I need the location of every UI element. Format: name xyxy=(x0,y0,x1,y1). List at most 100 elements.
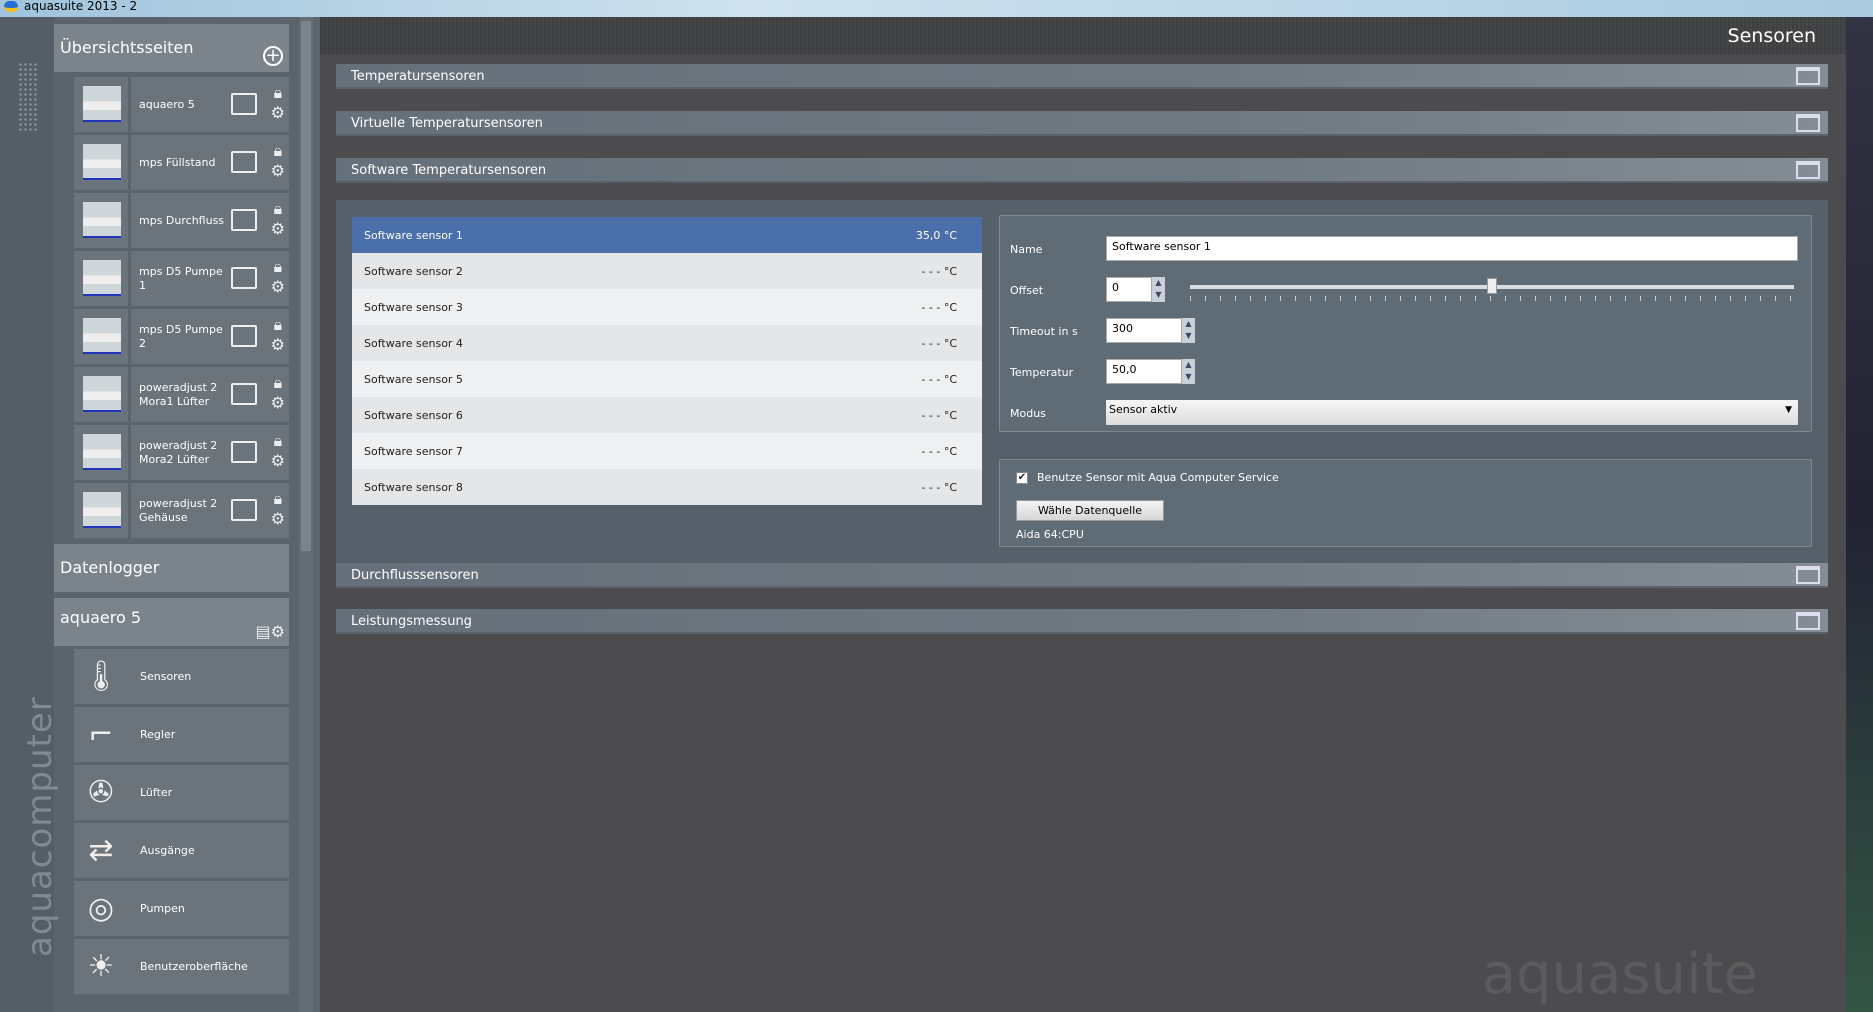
monitor-icon[interactable] xyxy=(231,209,257,231)
desktop-background xyxy=(1846,17,1873,1012)
window-icon[interactable] xyxy=(1796,161,1820,179)
device-header[interactable]: aquaero 5 ▤⚙ xyxy=(54,598,289,646)
nav-label: Regler xyxy=(140,728,176,741)
add-page-icon[interactable]: + xyxy=(263,46,283,66)
monitor-icon[interactable] xyxy=(231,499,257,521)
device-nav-item[interactable]: ◎ Pumpen xyxy=(74,881,289,936)
monitor-icon[interactable] xyxy=(231,325,257,347)
window-icon[interactable] xyxy=(1796,612,1820,630)
overview-header[interactable]: Übersichtsseiten + xyxy=(54,24,289,72)
lock-gear-icon[interactable]: 🔒︎ ⚙ xyxy=(271,431,285,471)
mode-select[interactable]: Sensor aktiv ▼ xyxy=(1106,400,1798,425)
window-icon[interactable] xyxy=(1796,566,1820,584)
app-logo-icon xyxy=(4,1,18,12)
scrollbar-thumb[interactable] xyxy=(301,21,311,551)
offset-input[interactable]: 0 xyxy=(1106,277,1152,302)
page-label: mps Durchfluss xyxy=(139,213,225,227)
overview-page-item[interactable]: poweradjust 2 Gehäuse 🔒︎ ⚙ xyxy=(74,483,289,538)
device-nav-item[interactable]: 🌡︎ Sensoren xyxy=(74,649,289,704)
window-icon[interactable] xyxy=(1796,67,1820,85)
sensor-row[interactable]: Software sensor 2 - - - °C xyxy=(352,253,982,289)
use-service-checkbox[interactable]: ✔ xyxy=(1016,472,1028,484)
name-input[interactable]: Software sensor 1 xyxy=(1106,236,1798,261)
monitor-icon[interactable] xyxy=(231,267,257,289)
section-software-sensors[interactable]: Software Temperatursensoren xyxy=(336,158,1828,183)
data-source-text: Aida 64:CPU xyxy=(1016,528,1084,541)
page-title: Sensoren xyxy=(1727,25,1816,47)
temperature-spinner[interactable]: ▲ ▼ xyxy=(1182,359,1195,384)
sidebar: aquacomputer Übersichtsseiten + aquaero 5… xyxy=(0,17,320,1012)
sensor-row[interactable]: Software sensor 8 - - - °C xyxy=(352,469,982,505)
overview-page-item[interactable]: mps Durchfluss 🔒︎ ⚙ xyxy=(74,193,289,248)
lock-gear-icon[interactable]: 🔒︎ ⚙ xyxy=(271,257,285,297)
lock-gear-icon[interactable]: 🔒︎ ⚙ xyxy=(271,373,285,413)
sensor-row[interactable]: Software sensor 5 - - - °C xyxy=(352,361,982,397)
chevron-down-icon: ▼ xyxy=(1785,405,1792,415)
software-sensors-body: Software sensor 1 35,0 °C Software sensor … xyxy=(336,200,1828,569)
section-title: Durchflusssensoren xyxy=(351,568,479,583)
page-label: poweradjust 2 Mora1 Lüfter xyxy=(139,380,218,408)
page-thumbnail xyxy=(74,367,128,422)
sensor-row[interactable]: Software sensor 1 35,0 °C xyxy=(352,217,982,253)
monitor-icon[interactable] xyxy=(231,151,257,173)
mode-label: Modus xyxy=(1010,407,1046,420)
sidebar-scrollbar[interactable] xyxy=(299,17,313,1012)
sensor-settings-panel: Name Software sensor 1 Offset 0 ▲ ▼ Timeo… xyxy=(999,215,1812,432)
temperature-input[interactable]: 50,0 xyxy=(1106,359,1182,384)
offset-spinner[interactable]: ▲ ▼ xyxy=(1152,277,1165,302)
overview-page-item[interactable]: aquaero 5 🔒︎ ⚙ xyxy=(74,77,289,132)
service-panel: ✔ Benutze Sensor mit Aqua Computer Servi… xyxy=(999,459,1812,547)
lock-gear-icon[interactable]: 🔒︎ ⚙ xyxy=(271,315,285,355)
section-temperature-sensors[interactable]: Temperatursensoren xyxy=(336,64,1828,89)
lock-gear-icon[interactable]: 🔒︎ ⚙ xyxy=(271,489,285,529)
sensor-row[interactable]: Software sensor 6 - - - °C xyxy=(352,397,982,433)
sensor-value: - - - °C xyxy=(921,408,957,422)
sensor-name: Software sensor 6 xyxy=(364,408,463,422)
fan-icon: ✇ xyxy=(88,775,114,810)
lock-gear-icon[interactable]: 🔒︎ ⚙ xyxy=(271,141,285,181)
page-label: mps Füllstand xyxy=(139,155,216,169)
overview-page-item[interactable]: mps D5 Pumpe 2 🔒︎ ⚙ xyxy=(74,309,289,364)
lock-gear-icon[interactable]: 🔒︎ ⚙ xyxy=(271,83,285,123)
device-nav-item[interactable]: ✇ Lüfter xyxy=(74,765,289,820)
monitor-icon[interactable] xyxy=(231,383,257,405)
section-virtual-sensors[interactable]: Virtuelle Temperatursensoren xyxy=(336,111,1828,136)
device-nav-item[interactable]: ⇄ Ausgänge xyxy=(74,823,289,878)
main-area: Sensoren Temperatursensoren Virtuelle Te… xyxy=(320,17,1846,1012)
name-label: Name xyxy=(1010,243,1043,256)
sensor-row[interactable]: Software sensor 3 - - - °C xyxy=(352,289,982,325)
sensor-row[interactable]: Software sensor 4 - - - °C xyxy=(352,325,982,361)
title-bar: aquasuite 2013 - 2 xyxy=(0,0,1873,17)
sensor-list: Software sensor 1 35,0 °C Software sensor … xyxy=(352,217,982,505)
overview-header-label: Übersichtsseiten xyxy=(60,38,194,57)
timeout-input[interactable]: 300 xyxy=(1106,318,1182,343)
page-thumbnail xyxy=(74,309,128,364)
datalogger-header[interactable]: Datenlogger xyxy=(54,544,289,592)
sensor-name: Software sensor 7 xyxy=(364,444,463,458)
overview-page-item[interactable]: mps Füllstand 🔒︎ ⚙ xyxy=(74,135,289,190)
overview-page-item[interactable]: mps D5 Pumpe 1 🔒︎ ⚙ xyxy=(74,251,289,306)
page-thumbnail xyxy=(74,77,128,132)
section-title: Temperatursensoren xyxy=(351,69,485,84)
section-title: Software Temperatursensoren xyxy=(351,163,547,178)
lock-gear-icon[interactable]: 🔒︎ ⚙ xyxy=(271,199,285,239)
monitor-icon[interactable] xyxy=(231,441,257,463)
timeout-spinner[interactable]: ▲ ▼ xyxy=(1182,318,1195,343)
device-nav-item[interactable]: ☀ Benutzeroberfläche xyxy=(74,939,289,994)
choose-source-button[interactable]: Wähle Datenquelle xyxy=(1016,500,1164,521)
overview-page-item[interactable]: poweradjust 2 Mora2 Lüfter 🔒︎ ⚙ xyxy=(74,425,289,480)
section-flow-sensors[interactable]: Durchflusssensoren xyxy=(336,563,1828,588)
slider-thumb[interactable] xyxy=(1487,278,1497,294)
overview-page-item[interactable]: poweradjust 2 Mora1 Lüfter 🔒︎ ⚙ xyxy=(74,367,289,422)
page-thumbnail xyxy=(74,425,128,480)
monitor-icon[interactable] xyxy=(231,93,257,115)
collapse-handle[interactable] xyxy=(18,62,38,132)
timeout-label: Timeout in s xyxy=(1010,325,1078,338)
sensor-row[interactable]: Software sensor 7 - - - °C xyxy=(352,433,982,469)
window-icon[interactable] xyxy=(1796,114,1820,132)
page-label: aquaero 5 xyxy=(139,97,195,111)
pump-icon: ◎ xyxy=(87,891,115,926)
save-gear-icon[interactable]: ▤⚙ xyxy=(256,622,285,642)
device-nav-item[interactable]: ⌐ Regler xyxy=(74,707,289,762)
section-power-measurement[interactable]: Leistungsmessung xyxy=(336,609,1828,634)
